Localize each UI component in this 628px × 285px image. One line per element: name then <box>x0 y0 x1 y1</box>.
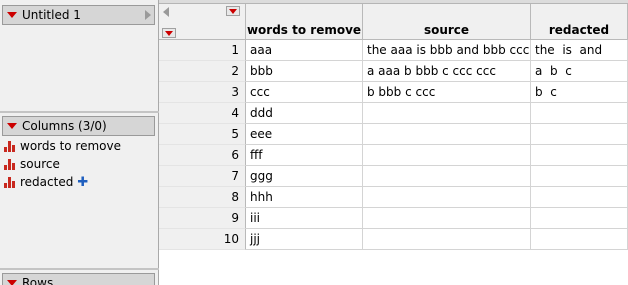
row-menu-icon[interactable] <box>162 28 176 38</box>
cell-source[interactable] <box>363 187 531 208</box>
column-menu-icon[interactable] <box>226 6 240 16</box>
collapse-left-icon[interactable] <box>163 7 169 17</box>
column-header-redacted[interactable]: redacted <box>531 4 628 40</box>
rows-panel-title: Rows <box>22 276 54 285</box>
row-number[interactable]: 7 <box>159 166 246 187</box>
cell-words-to-remove[interactable]: ggg <box>246 166 363 187</box>
columns-menu-icon[interactable] <box>7 123 17 129</box>
cell-redacted[interactable] <box>531 166 628 187</box>
cell-source[interactable] <box>363 145 531 166</box>
formula-cross-icon[interactable]: ✚ <box>77 175 88 190</box>
cell-source[interactable] <box>363 208 531 229</box>
cell-words-to-remove[interactable]: iii <box>246 208 363 229</box>
grid-corner <box>159 4 246 40</box>
row-number[interactable]: 6 <box>159 145 246 166</box>
cell-redacted[interactable]: the is and <box>531 40 628 61</box>
continuous-bar-icon <box>4 140 15 152</box>
row-number[interactable]: 3 <box>159 82 246 103</box>
row-number[interactable]: 4 <box>159 103 246 124</box>
cell-words-to-remove[interactable]: aaa <box>246 40 363 61</box>
cell-redacted[interactable] <box>531 103 628 124</box>
cell-source[interactable]: b bbb c ccc <box>363 82 531 103</box>
table-panel-header[interactable]: Untitled 1 <box>2 5 155 25</box>
cell-redacted[interactable] <box>531 124 628 145</box>
table-panel-title: Untitled 1 <box>22 8 81 22</box>
row-number[interactable]: 5 <box>159 124 246 145</box>
data-grid: words to remove source redacted 1 aaa the … <box>159 4 628 285</box>
left-panel: Untitled 1 Columns (3/0) words to remove… <box>0 0 159 285</box>
cell-redacted[interactable] <box>531 145 628 166</box>
cell-redacted[interactable] <box>531 187 628 208</box>
columns-panel-header[interactable]: Columns (3/0) <box>2 116 155 136</box>
continuous-bar-icon <box>4 176 15 188</box>
column-item-label: source <box>20 157 60 171</box>
cell-words-to-remove[interactable]: bbb <box>246 61 363 82</box>
column-header-words-to-remove[interactable]: words to remove <box>246 4 363 40</box>
cell-source[interactable] <box>363 229 531 250</box>
pane-divider[interactable] <box>0 111 159 113</box>
cell-words-to-remove[interactable]: eee <box>246 124 363 145</box>
cell-source[interactable] <box>363 124 531 145</box>
column-item-source[interactable]: source <box>4 155 60 173</box>
column-item-redacted[interactable]: redacted ✚ <box>4 173 88 191</box>
column-item-label: redacted <box>20 175 74 189</box>
rows-menu-icon[interactable] <box>7 280 17 285</box>
cell-words-to-remove[interactable]: ccc <box>246 82 363 103</box>
cell-words-to-remove[interactable]: ddd <box>246 103 363 124</box>
cell-redacted[interactable]: b c <box>531 82 628 103</box>
rows-panel-header[interactable]: Rows <box>2 273 155 285</box>
cell-redacted[interactable] <box>531 229 628 250</box>
cell-words-to-remove[interactable]: jjj <box>246 229 363 250</box>
row-number[interactable]: 1 <box>159 40 246 61</box>
cell-source[interactable]: the aaa is bbb and bbb ccc <box>363 40 531 61</box>
row-number[interactable]: 10 <box>159 229 246 250</box>
cell-source[interactable]: a aaa b bbb c ccc ccc <box>363 61 531 82</box>
collapse-arrow-icon[interactable] <box>145 10 151 20</box>
column-item-label: words to remove <box>20 139 121 153</box>
cell-source[interactable] <box>363 166 531 187</box>
pane-divider[interactable] <box>0 268 159 270</box>
cell-redacted[interactable] <box>531 208 628 229</box>
column-item-words-to-remove[interactable]: words to remove <box>4 137 121 155</box>
row-number[interactable]: 2 <box>159 61 246 82</box>
continuous-bar-icon <box>4 158 15 170</box>
cell-redacted[interactable]: a b c <box>531 61 628 82</box>
cell-words-to-remove[interactable]: hhh <box>246 187 363 208</box>
row-number[interactable]: 9 <box>159 208 246 229</box>
cell-source[interactable] <box>363 103 531 124</box>
table-menu-icon[interactable] <box>7 12 17 18</box>
columns-panel-title: Columns (3/0) <box>22 119 107 133</box>
column-header-source[interactable]: source <box>363 4 531 40</box>
row-number[interactable]: 8 <box>159 187 246 208</box>
cell-words-to-remove[interactable]: fff <box>246 145 363 166</box>
